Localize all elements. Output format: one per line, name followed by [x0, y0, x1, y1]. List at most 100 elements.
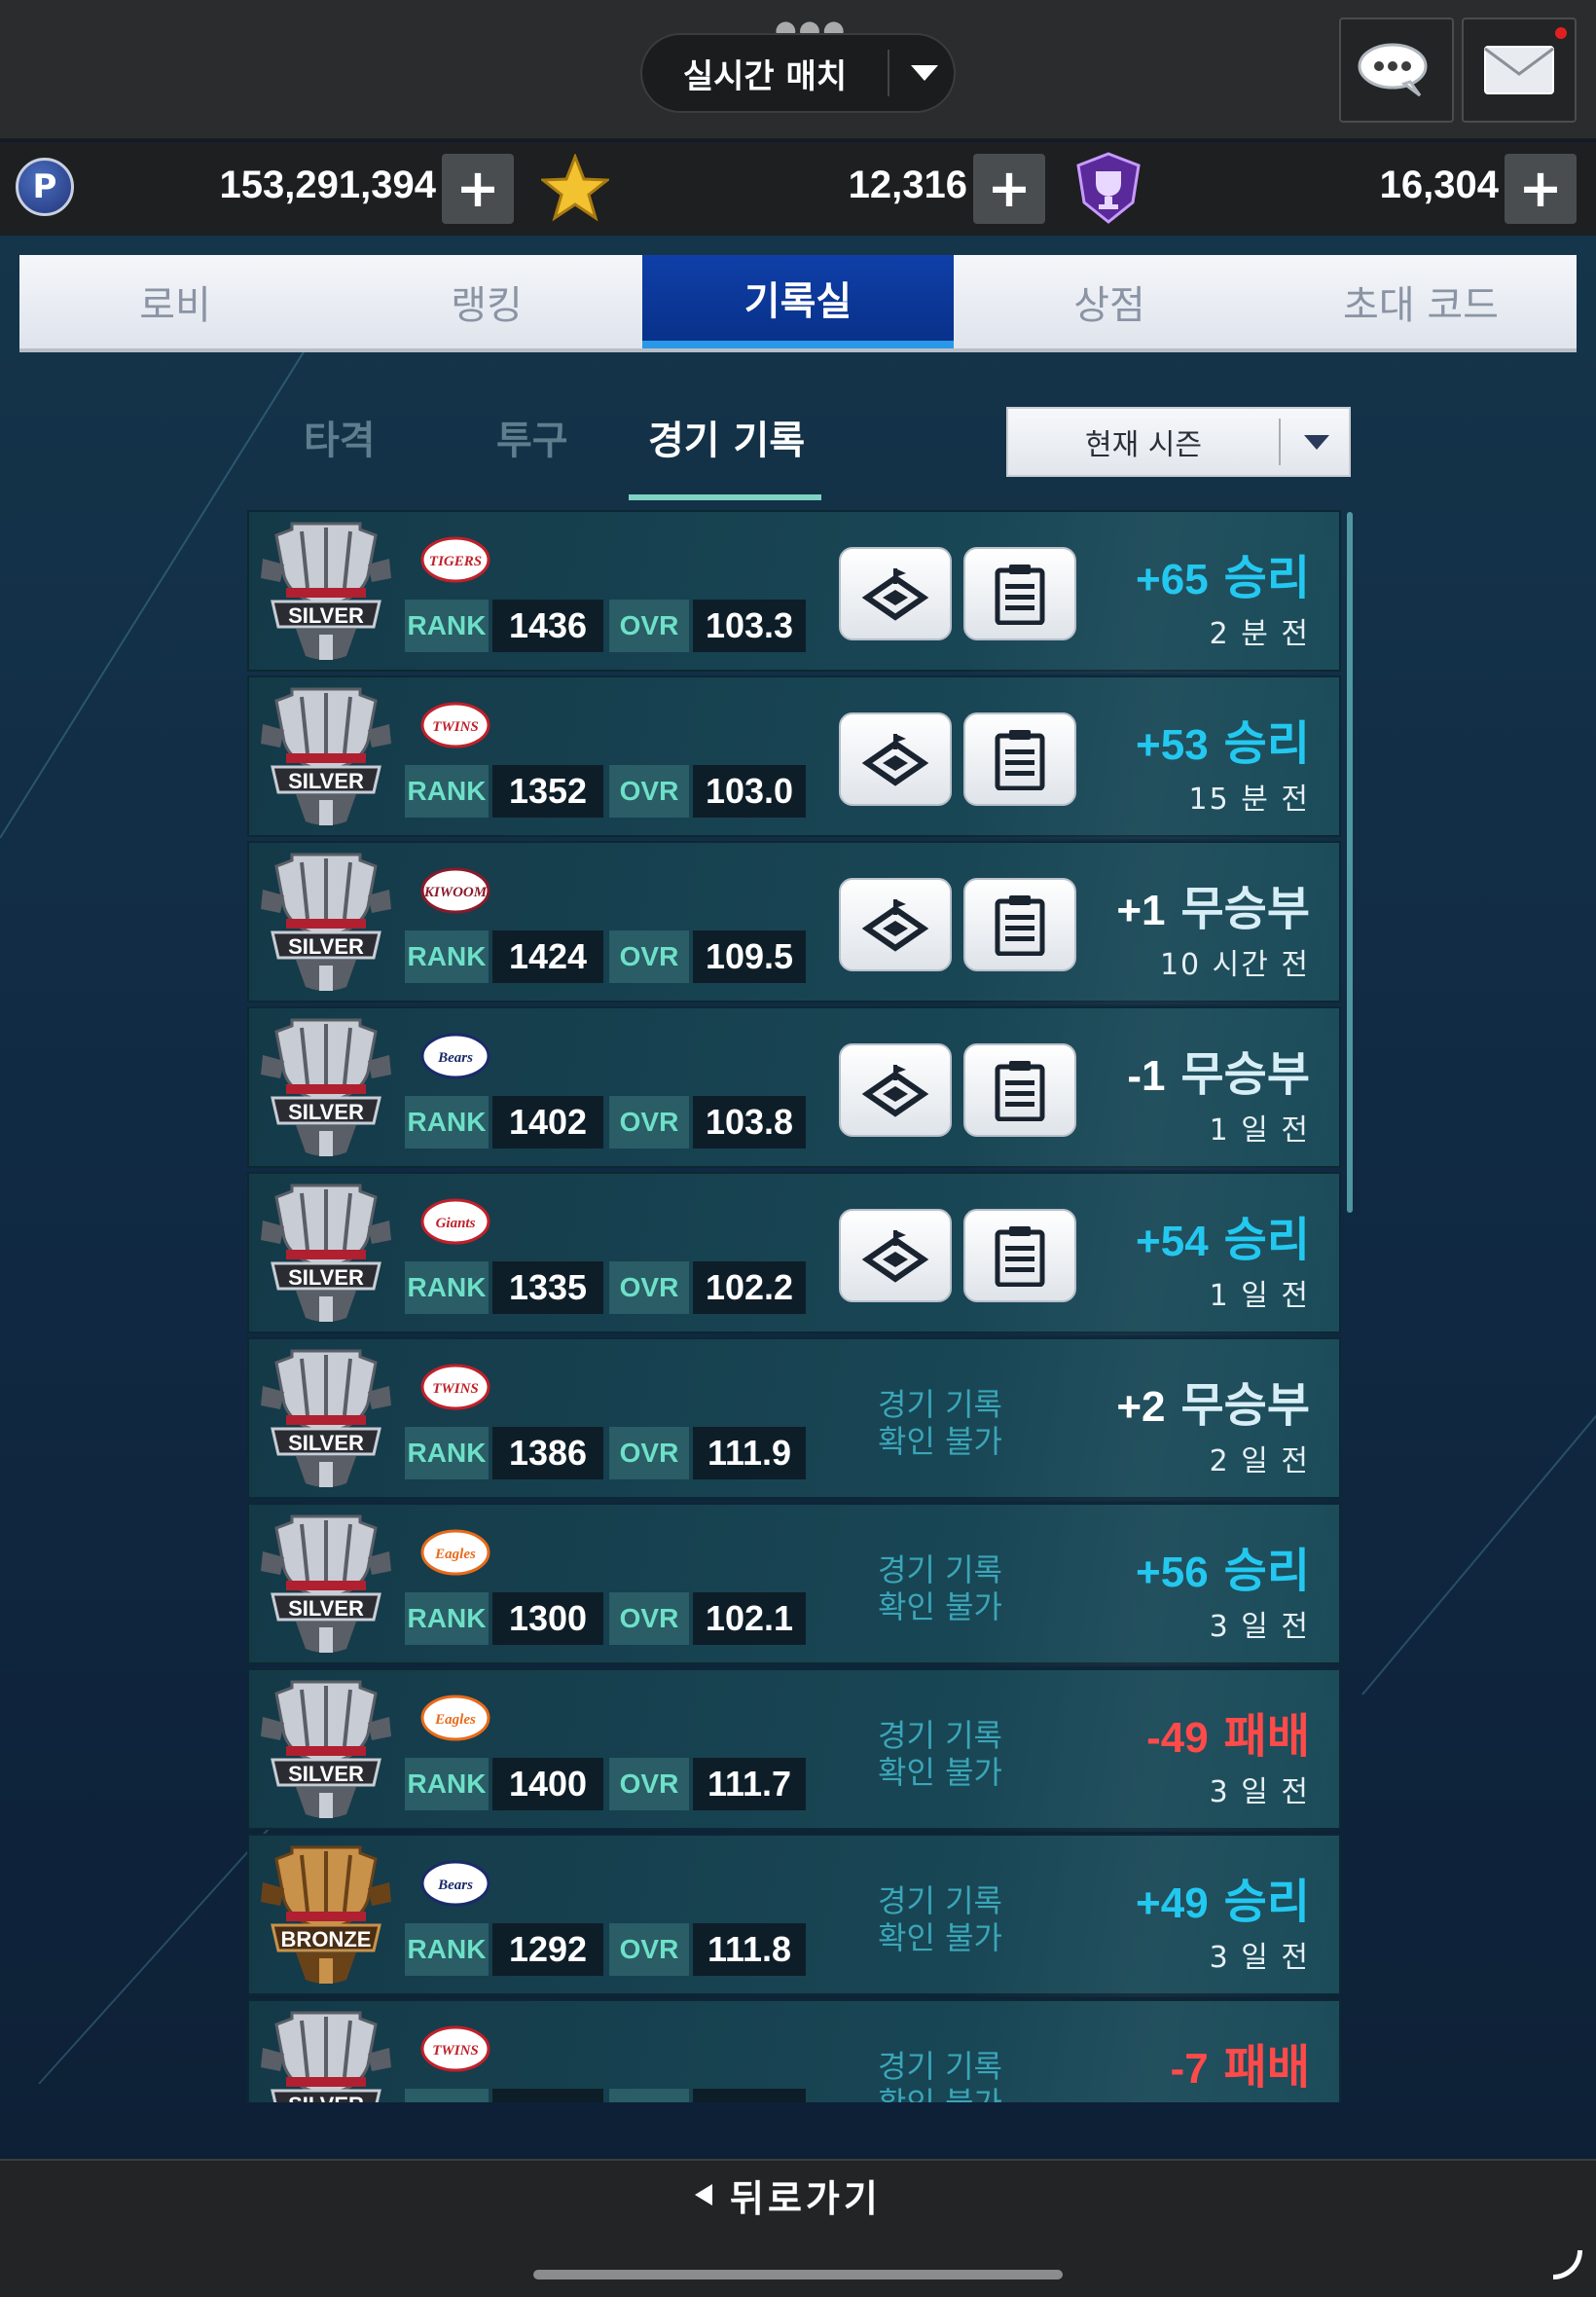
record-unavailable-text: 경기 기록확인 불가	[878, 2048, 1002, 2102]
time-ago: 3 일 전	[1209, 1941, 1310, 1975]
tab-records[interactable]: 기록실	[642, 255, 954, 348]
view-boxscore-button[interactable]	[963, 1043, 1076, 1137]
rank-value: 1402	[492, 1096, 603, 1148]
svg-text:SILVER: SILVER	[288, 1100, 364, 1124]
view-boxscore-button[interactable]	[963, 878, 1076, 971]
league-badge-icon: SILVER	[261, 687, 391, 825]
back-label: 뒤로가기	[730, 2176, 882, 2220]
view-boxscore-button[interactable]	[963, 712, 1076, 806]
svg-text:SILVER: SILVER	[288, 1265, 364, 1290]
subtab-pitching[interactable]: 투구	[496, 409, 568, 465]
team-logo-icon: KIWOOM	[420, 867, 490, 914]
match-record-row[interactable]: BRONZE Bears RANK 1292 OVR 111.8 경기 기록 확인 불가 +49…	[247, 1834, 1341, 1997]
match-record-row[interactable]: SILVER TWINS RANK 1352 OVR 103.0 +53 승리 15 분 전	[247, 675, 1341, 839]
rating-change: -49	[1146, 1714, 1209, 1762]
match-record-row[interactable]: SILVER Eagles RANK 1400 OVR 111.7 경기 기록 확인 불가 -4…	[247, 1668, 1341, 1832]
result-label: 무승부	[1180, 1378, 1310, 1433]
league-badge-icon: SILVER	[261, 1184, 391, 1322]
add-points-button[interactable]: +	[442, 154, 514, 224]
view-stadium-button[interactable]	[839, 712, 952, 806]
stadium-icon	[861, 899, 929, 952]
svg-text:SILVER: SILVER	[288, 934, 364, 959]
svg-text:SILVER: SILVER	[288, 1762, 364, 1786]
ovr-value	[693, 2089, 806, 2102]
ovr-label: OVR	[609, 1427, 689, 1479]
back-arrow-icon	[695, 2184, 712, 2206]
match-record-row[interactable]: SILVER Eagles RANK 1300 OVR 102.1 경기 기록 확인 불가 +5…	[247, 1503, 1341, 1666]
match-record-row[interactable]: SILVER TIGERS RANK 1436 OVR 103.3 +65 승리 2 분 전	[247, 510, 1341, 674]
rating-change: +2	[1116, 1383, 1166, 1431]
match-record-row[interactable]: SILVER TWINS RANK 1386 OVR 111.9 경기 기록 확인 불가 +2 무…	[247, 1337, 1341, 1501]
rank-label: RANK	[405, 1923, 489, 1976]
match-record-row[interactable]: SILVER Bears RANK 1402 OVR 103.8 -1 무승부 1 일 전	[247, 1006, 1341, 1170]
record-unavailable-text: 경기 기록확인 불가	[878, 1386, 1002, 1460]
time-ago: 2 일 전	[1209, 1444, 1310, 1478]
team-logo-icon: Bears	[420, 1033, 490, 1079]
ovr-label: OVR	[609, 765, 689, 818]
season-dropdown[interactable]: 현재 시즌	[1006, 407, 1351, 477]
view-stadium-button[interactable]	[839, 1209, 952, 1302]
tab-shop[interactable]: 상점	[954, 255, 1265, 348]
result-label: 승리	[1223, 1213, 1310, 1267]
match-mode-selector[interactable]: 실시간 매치	[640, 33, 956, 113]
rank-label: RANK	[405, 2089, 489, 2102]
rank-value: 1386	[492, 1427, 603, 1479]
trophy-shield-icon	[1076, 152, 1141, 224]
points-coin-icon: P	[16, 158, 74, 216]
tab-invite-code[interactable]: 초대 코드	[1265, 255, 1577, 348]
match-result: +49 승리	[1136, 1863, 1310, 1931]
back-button[interactable]: 뒤로가기	[695, 2169, 882, 2221]
scrollbar[interactable]	[1347, 512, 1353, 1213]
time-ago: 10 시간 전	[1159, 948, 1310, 982]
time-ago: 1 일 전	[1209, 1279, 1310, 1313]
view-boxscore-button[interactable]	[963, 547, 1076, 640]
svg-text:Eagles: Eagles	[434, 1547, 476, 1562]
view-stadium-button[interactable]	[839, 547, 952, 640]
clipboard-icon	[995, 1226, 1045, 1287]
svg-text:Bears: Bears	[437, 1050, 473, 1066]
ovr-value: 102.1	[693, 1592, 806, 1645]
rank-value: 1400	[492, 1758, 603, 1810]
ovr-value: 109.5	[693, 930, 806, 983]
subtab-underline	[629, 494, 821, 500]
view-stadium-button[interactable]	[839, 1043, 952, 1137]
mail-icon	[1484, 46, 1554, 94]
league-badge-icon: SILVER	[261, 1018, 391, 1156]
rating-change: +1	[1116, 887, 1166, 934]
subtab-batting[interactable]: 타격	[304, 409, 376, 465]
rank-label: RANK	[405, 930, 489, 983]
view-boxscore-button[interactable]	[963, 1209, 1076, 1302]
rating-change: +65	[1136, 556, 1209, 603]
view-stadium-button[interactable]	[839, 878, 952, 971]
rating-change: +54	[1136, 1218, 1209, 1265]
tab-lobby[interactable]: 로비	[19, 255, 331, 348]
clipboard-icon	[995, 565, 1045, 625]
svg-text:SILVER: SILVER	[288, 769, 364, 793]
match-mode-label: 실시간 매치	[682, 56, 848, 96]
currency-bar: P 153,291,394 + 12,316 + 16,304 +	[0, 142, 1596, 236]
svg-text:BRONZE: BRONZE	[281, 1927, 372, 1951]
svg-text:SILVER: SILVER	[288, 2093, 364, 2102]
match-record-row[interactable]: SILVER TWINS RANK OVR 경기 기록확인 불가 -7 패배	[247, 1999, 1341, 2102]
home-indicator[interactable]	[533, 2270, 1063, 2279]
tab-ranking[interactable]: 랭킹	[331, 255, 642, 348]
rank-label: RANK	[405, 765, 489, 818]
mail-button[interactable]	[1462, 18, 1577, 123]
stadium-icon	[861, 568, 929, 621]
chat-button[interactable]	[1339, 18, 1454, 123]
clipboard-icon	[995, 895, 1045, 956]
time-ago: 15 분 전	[1188, 783, 1310, 817]
match-record-list[interactable]: SILVER TIGERS RANK 1436 OVR 103.3 +65 승리 2 분 전 SI…	[241, 506, 1355, 2102]
team-logo-icon: TIGERS	[420, 536, 490, 583]
result-label: 무승부	[1180, 882, 1310, 936]
ovr-value: 111.8	[693, 1923, 806, 1976]
rank-value: 1300	[492, 1592, 603, 1645]
match-record-row[interactable]: SILVER Giants RANK 1335 OVR 102.2 +54 승리 1 일 전	[247, 1172, 1341, 1335]
match-record-row[interactable]: SILVER KIWOOM RANK 1424 OVR 109.5 +1 무승부 10 시간 전	[247, 841, 1341, 1004]
ovr-label: OVR	[609, 1923, 689, 1976]
ovr-label: OVR	[609, 1592, 689, 1645]
add-stars-button[interactable]: +	[973, 154, 1045, 224]
add-trophies-button[interactable]: +	[1505, 154, 1577, 224]
ovr-value: 102.2	[693, 1261, 806, 1314]
subtab-match-records[interactable]: 경기 기록	[648, 409, 805, 465]
